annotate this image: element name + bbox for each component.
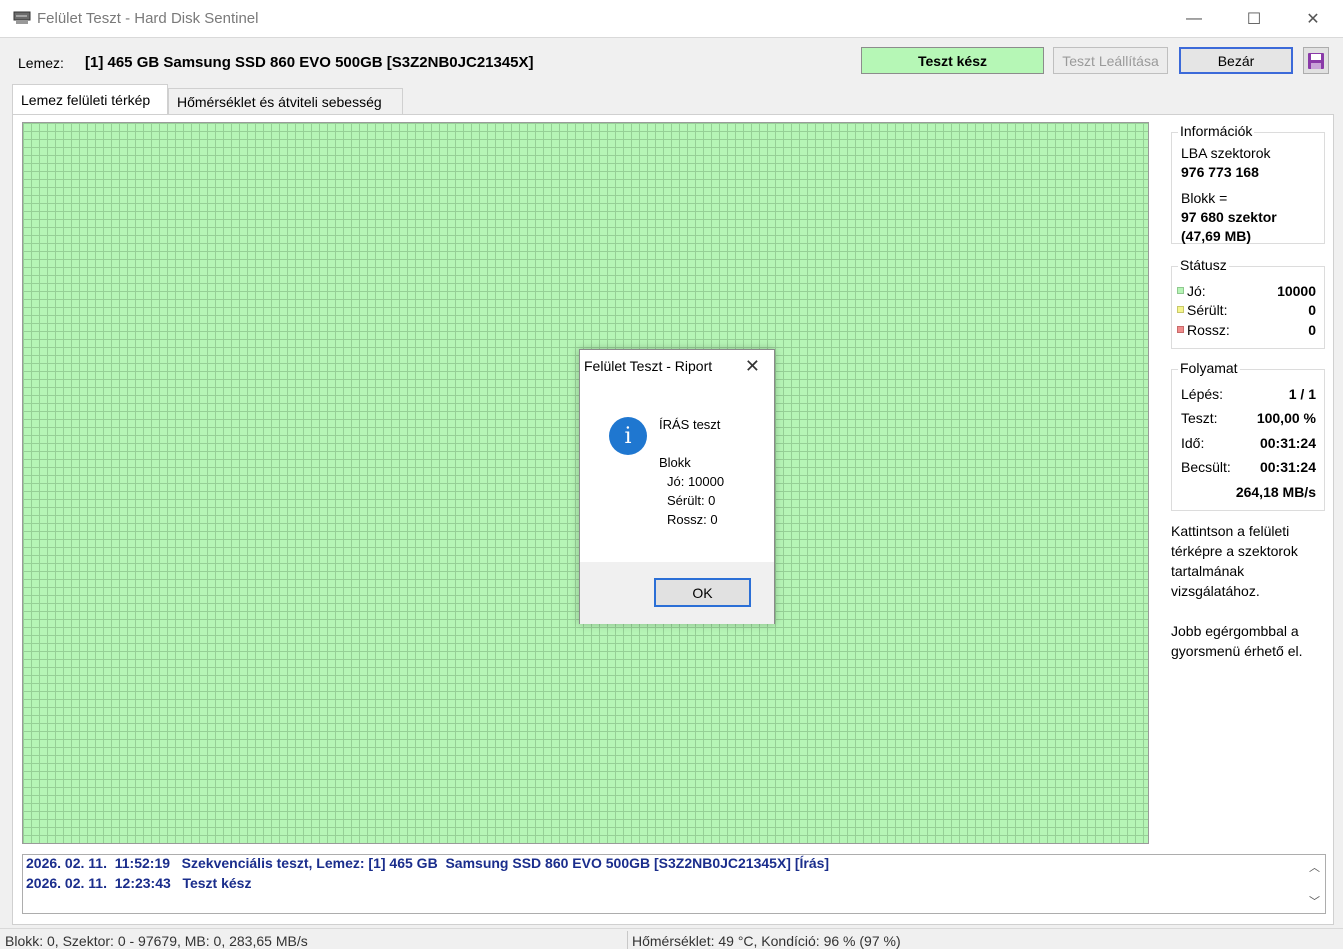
progress-group-title: Folyamat (1178, 360, 1240, 376)
bad-label: Rossz: (1187, 322, 1230, 338)
info-group-title: Információk (1178, 123, 1255, 139)
dialog-heading: ÍRÁS teszt (659, 417, 721, 432)
disk-name: [1] 465 GB Samsung SSD 860 EVO 500GB [S3… (85, 54, 534, 71)
lba-label: LBA szektorok (1181, 145, 1271, 161)
window-close-button[interactable]: ✕ (1283, 0, 1343, 37)
info-group: Információk LBA szektorok 976 773 168 Bl… (1171, 123, 1325, 244)
time-value: 00:31:24 (1259, 435, 1316, 451)
test-value: 100,00 % (1256, 410, 1316, 426)
test-label: Teszt: (1181, 410, 1218, 426)
window-title: Felület Teszt - Hard Disk Sentinel (37, 10, 259, 27)
statusbar-temperature: Hőmérséklet: 49 °C, Kondíció: 96 % (97 %… (632, 933, 901, 949)
save-button[interactable] (1303, 47, 1329, 74)
help-text: Kattintson a felületi térképre a szektor… (1171, 521, 1331, 661)
toolbar: Lemez: [1] 465 GB Samsung SSD 860 EVO 50… (0, 37, 1343, 83)
estimated-value: 00:31:24 (1259, 459, 1316, 475)
status-damaged-row: Sérült: 0 (1177, 302, 1316, 318)
statusbar-divider (627, 931, 628, 949)
speed-value: 264,18 MB/s (1235, 484, 1316, 500)
log-panel[interactable]: 2026. 02. 11. 11:52:19 Szekvenciális tes… (22, 854, 1326, 914)
tab-surface-map[interactable]: Lemez felületi térkép (12, 84, 168, 114)
tab-temperature-speed[interactable]: Hőmérséklet és átviteli sebesség (168, 88, 403, 114)
estimated-label: Becsült: (1181, 459, 1231, 475)
statusbar-block-info: Blokk: 0, Szektor: 0 - 97679, MB: 0, 283… (5, 933, 308, 949)
damaged-value: 0 (1308, 302, 1316, 318)
status-bar: Blokk: 0, Szektor: 0 - 97679, MB: 0, 283… (0, 928, 1343, 949)
bad-color-swatch (1177, 326, 1184, 333)
log-entry: 2026. 02. 11. 11:52:19 Szekvenciális tes… (26, 855, 830, 871)
dialog-good: Jó: 10000 (667, 474, 725, 489)
log-scrollbar[interactable]: ︿ ﹀ (1305, 855, 1325, 913)
report-dialog: Felület Teszt - Riport ✕ i ÍRÁS teszt Bl… (579, 349, 775, 624)
dialog-bad: Rossz: 0 (667, 512, 718, 527)
dialog-close-icon[interactable]: ✕ (745, 356, 760, 377)
damaged-color-swatch (1177, 306, 1184, 313)
log-entry: 2026. 02. 11. 12:23:43 Teszt kész (26, 875, 252, 891)
stop-test-button[interactable]: Teszt Leállítása (1053, 47, 1168, 74)
info-icon: i (609, 417, 647, 455)
hard-disk-icon (13, 11, 31, 24)
good-value: 10000 (1277, 283, 1316, 299)
test-status-badge: Teszt kész (861, 47, 1044, 74)
status-group-title: Státusz (1178, 257, 1229, 273)
time-row: Idő: 00:31:24 (1181, 435, 1316, 451)
step-row: Lépés: 1 / 1 (1181, 386, 1316, 402)
minimize-button[interactable]: — (1164, 0, 1224, 37)
block-size: (47,69 MB) (1181, 228, 1252, 244)
test-row: Teszt: 100,00 % (1181, 410, 1316, 426)
time-label: Idő: (1181, 435, 1205, 451)
scroll-down-icon[interactable]: ﹀ (1309, 893, 1320, 909)
dialog-title: Felület Teszt - Riport (584, 358, 713, 374)
ok-button[interactable]: OK (654, 578, 751, 607)
help-text-menu: Jobb egérgombbal a gyorsmenü érhető el. (1171, 623, 1303, 659)
floppy-disk-icon (1308, 52, 1324, 69)
step-value: 1 / 1 (1288, 386, 1316, 402)
lba-value: 976 773 168 (1181, 164, 1259, 180)
scroll-up-icon[interactable]: ︿ (1309, 859, 1320, 875)
status-bad-row: Rossz: 0 (1177, 322, 1316, 338)
step-label: Lépés: (1181, 386, 1224, 402)
close-button[interactable]: Bezár (1179, 47, 1293, 74)
bad-value: 0 (1308, 322, 1316, 338)
block-value: 97 680 szektor (1181, 209, 1277, 225)
damaged-label: Sérült: (1187, 302, 1228, 318)
block-label: Blokk = (1181, 190, 1228, 206)
good-label: Jó: (1187, 283, 1206, 299)
progress-group: Folyamat Lépés: 1 / 1 Teszt: 100,00 % Id… (1171, 360, 1325, 511)
dialog-damaged: Sérült: 0 (667, 493, 716, 508)
good-color-swatch (1177, 287, 1184, 294)
help-text-map: Kattintson a felületi térképre a szektor… (1171, 523, 1298, 599)
disk-label: Lemez: (18, 55, 64, 71)
dialog-block-label: Blokk (659, 455, 691, 470)
status-good-row: Jó: 10000 (1177, 283, 1316, 299)
maximize-button[interactable]: ☐ (1224, 0, 1284, 37)
estimated-row: Becsült: 00:31:24 (1181, 459, 1316, 475)
status-group: Státusz Jó: 10000 Sérült: 0 Rossz: 0 (1171, 257, 1325, 349)
title-bar: Felület Teszt - Hard Disk Sentinel — ☐ ✕ (0, 0, 1343, 37)
speed-row: 264,18 MB/s (1181, 484, 1316, 500)
dialog-footer: OK (580, 562, 774, 624)
